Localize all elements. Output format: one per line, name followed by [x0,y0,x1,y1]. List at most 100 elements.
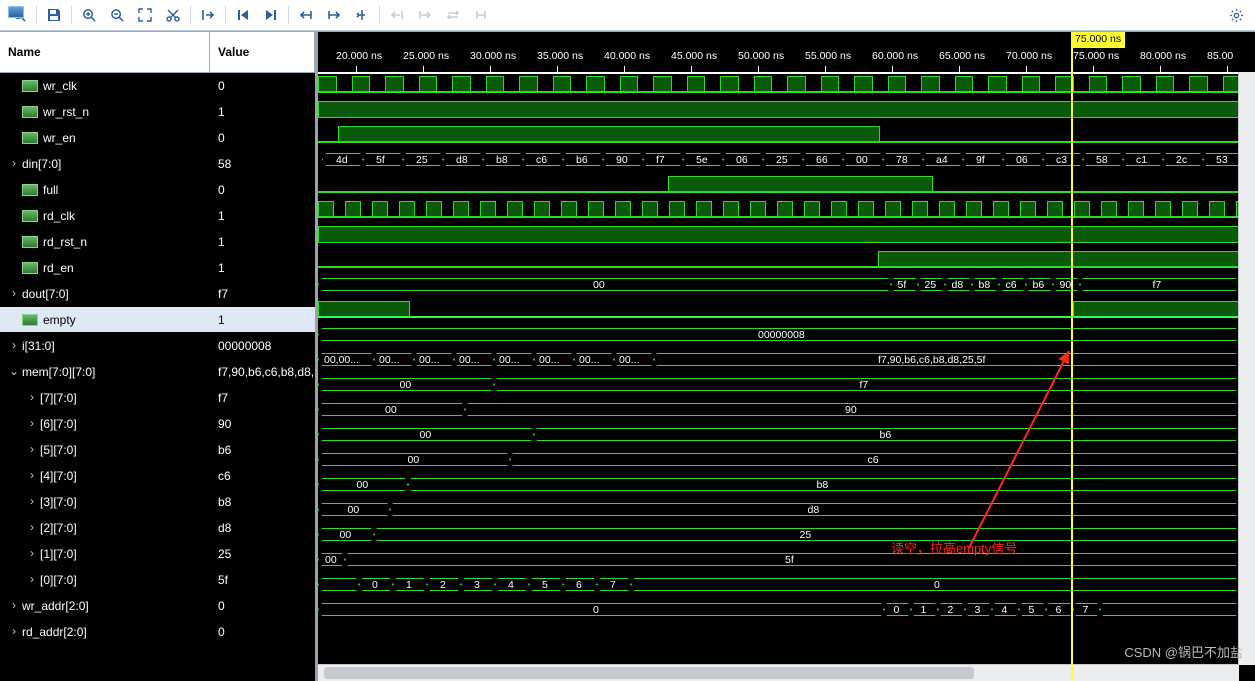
wave-row[interactable]: 005f [318,547,1255,572]
signal-name-row[interactable]: ›[0][7:0] [0,567,210,593]
signal-value[interactable]: f7 [210,281,315,307]
wave-row[interactable]: 005f25d8b8c6b690f7 [318,272,1255,297]
signal-value[interactable]: 0 [210,177,315,203]
wave-row[interactable] [318,72,1255,97]
scroll-thumb[interactable] [324,667,974,679]
go-first-icon[interactable] [230,3,256,27]
signal-value[interactable]: 1 [210,307,315,333]
name-header[interactable]: Name [0,32,210,73]
go-last-icon[interactable] [258,3,284,27]
wave-row[interactable]: 012345670 [318,572,1255,597]
signal-value[interactable]: 1 [210,99,315,125]
signal-value[interactable]: 1 [210,203,315,229]
zoom-out-icon[interactable] [104,3,130,27]
prev-edge-icon[interactable] [293,3,319,27]
wave-row[interactable]: 00,00...00...00...00...00...00...00...00… [318,347,1255,372]
prev-tran-icon[interactable] [384,3,410,27]
signal-name-row[interactable]: ›i[31:0] [0,333,210,359]
signal-name-row[interactable]: rd_rst_n [0,229,210,255]
next-edge-icon[interactable] [321,3,347,27]
signal-value[interactable]: 90 [210,411,315,437]
signal-value[interactable]: 1 [210,229,315,255]
bit-icon [22,132,38,144]
swap-icon[interactable] [440,3,466,27]
signal-value[interactable]: f7,90,b6,c6,b8,d8, [210,359,315,385]
step-into-icon[interactable] [195,3,221,27]
signal-value[interactable]: f7 [210,385,315,411]
signal-name-row[interactable]: ›[7][7:0] [0,385,210,411]
signal-name-row[interactable]: ⌄mem[7:0][7:0] [0,359,210,385]
zoom-fit-icon[interactable] [132,3,158,27]
wave-row[interactable] [318,97,1255,122]
save-icon[interactable] [41,3,67,27]
signal-value[interactable]: 0 [210,593,315,619]
wave-row[interactable]: 001234567 [318,597,1255,622]
wave-row[interactable]: 4d5f25d8b8c6b690f75e0625660078a49f06c358… [318,147,1255,172]
signal-name-row[interactable]: ›[1][7:0] [0,541,210,567]
signal-value[interactable]: 25 [210,541,315,567]
signal-name-row[interactable]: ›[6][7:0] [0,411,210,437]
signal-name-row[interactable]: ›rd_addr[2:0] [0,619,210,645]
tick-label: 35.000 ns [537,50,583,62]
signal-name-row[interactable]: wr_clk [0,73,210,99]
value-header[interactable]: Value [210,32,315,73]
wave-row[interactable]: 0025 [318,522,1255,547]
wave-row[interactable] [318,247,1255,272]
signal-name-row[interactable]: ›[4][7:0] [0,463,210,489]
bit-icon [22,236,38,248]
signal-name: wr_addr[2:0] [22,599,89,613]
signal-value[interactable]: c6 [210,463,315,489]
signal-name-row[interactable]: full [0,177,210,203]
signal-name-row[interactable]: ›[3][7:0] [0,489,210,515]
wave-row[interactable] [318,197,1255,222]
wave-row[interactable]: 00000008 [318,322,1255,347]
signal-value[interactable]: 1 [210,255,315,281]
signal-name: rd_clk [43,209,75,223]
wave-row[interactable]: 00d8 [318,497,1255,522]
wave-row[interactable] [318,297,1255,322]
signal-value[interactable]: b6 [210,437,315,463]
signal-value[interactable]: d8 [210,515,315,541]
signal-value[interactable]: 5f [210,567,315,593]
wave-row[interactable]: 00f7 [318,372,1255,397]
waveform-viewer[interactable]: 20.000 ns25.000 ns30.000 ns35.000 ns40.0… [318,32,1255,681]
cut-icon[interactable] [160,3,186,27]
name-panel: Name wr_clk wr_rst_n wr_en›din[7:0] full rd_… [0,32,210,681]
signal-name-row[interactable]: ›dout[7:0] [0,281,210,307]
horizontal-scrollbar[interactable] [318,664,1239,681]
wave-row[interactable]: 00c6 [318,447,1255,472]
signal-name: [3][7:0] [40,495,77,509]
wave-row[interactable] [318,172,1255,197]
signal-name-row[interactable]: ›[2][7:0] [0,515,210,541]
signal-value[interactable]: 0 [210,125,315,151]
next-tran-icon[interactable] [412,3,438,27]
signal-name-row[interactable]: wr_en [0,125,210,151]
signal-name-row[interactable]: ›wr_addr[2:0] [0,593,210,619]
signal-name: full [43,183,58,197]
signal-name-row[interactable]: ›[5][7:0] [0,437,210,463]
signal-value[interactable]: 0 [210,73,315,99]
wave-row[interactable] [318,222,1255,247]
wave-row[interactable]: 00b6 [318,422,1255,447]
signal-value[interactable]: 00000008 [210,333,315,359]
signal-name-row[interactable]: ›din[7:0] [0,151,210,177]
marker-flag[interactable]: 75.000 ns [1071,32,1125,48]
vertical-scrollbar[interactable] [1238,72,1255,665]
signal-value[interactable]: 0 [210,619,315,645]
zoom-in-icon[interactable] [76,3,102,27]
signal-value[interactable]: 58 [210,151,315,177]
wave-row[interactable]: 00b8 [318,472,1255,497]
gear-icon[interactable] [1223,3,1249,27]
signal-name: wr_rst_n [43,105,89,119]
bus-value: 3 [474,579,480,591]
bit-icon [22,210,38,222]
add-marker-icon[interactable] [349,3,375,27]
signal-name-row[interactable]: rd_clk [0,203,210,229]
wave-row[interactable] [318,122,1255,147]
signal-name-row[interactable]: wr_rst_n [0,99,210,125]
link-icon[interactable] [468,3,494,27]
signal-value[interactable]: b8 [210,489,315,515]
signal-name-row[interactable]: empty [0,307,210,333]
wave-row[interactable]: 0090 [318,397,1255,422]
signal-name-row[interactable]: rd_en [0,255,210,281]
